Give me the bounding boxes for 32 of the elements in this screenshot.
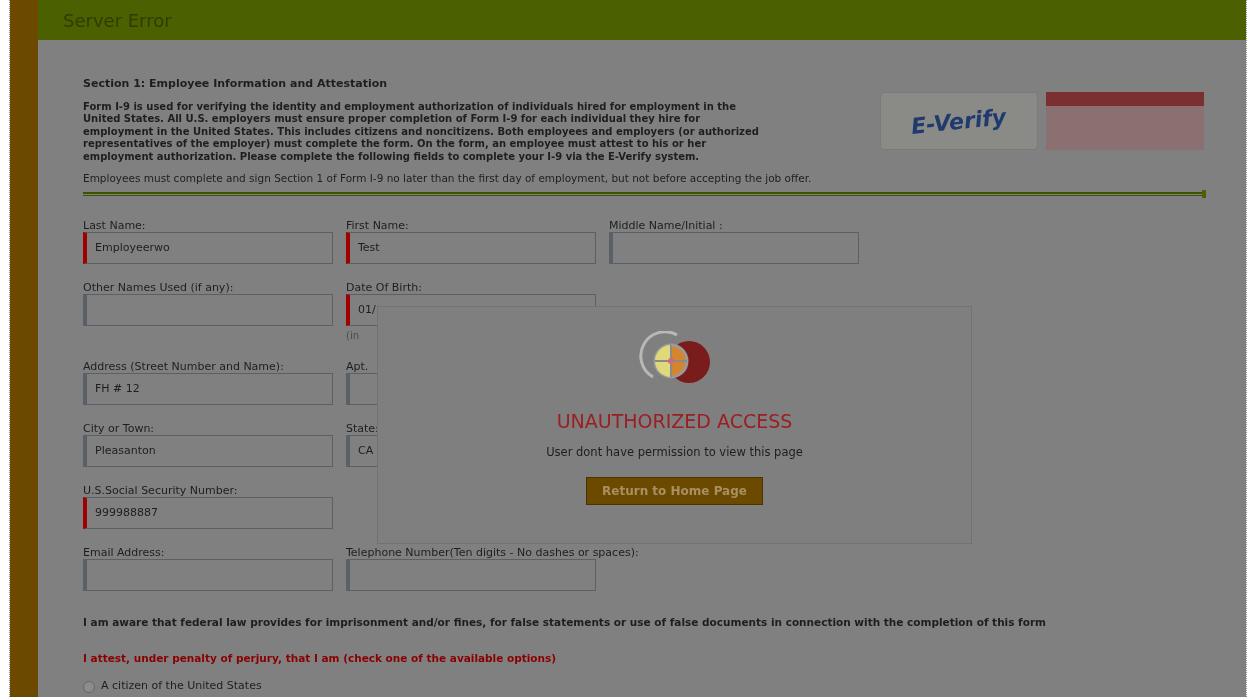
option-label: A citizen of the United States xyxy=(101,678,262,695)
input-field[interactable] xyxy=(83,558,333,591)
input-field[interactable]: Employeerwo xyxy=(83,231,333,264)
field-label: Telephone Number(Ten digits - No dashes or spaces): xyxy=(346,544,639,560)
input-field[interactable]: 999988887 xyxy=(83,496,333,529)
intro-paragraph: Form I-9 is used for verifying the identity and employment authorization of individuals hired for employment in the United States. All U.S. employers must ensure proper completion of Form I-9 for each individual they hire for employment in the United States. This includes citizens and noncitizens. Both employees and employers (or authorized representatives of the employer) must complete the form. On the form, an employee must attest to his or her employment authorization. Please complete the following fields to complete your I-9 via the E-Verify system. xyxy=(83,100,760,163)
input-field[interactable]: Test xyxy=(346,231,596,264)
radio-button[interactable] xyxy=(83,680,95,693)
input-field[interactable] xyxy=(83,293,333,326)
dialog-title: UNAUTHORIZED ACCESS xyxy=(556,409,793,434)
notice-text: I am aware that federal law provides for imprisonment and/or fines, for false statements or use of false documents in connection with the completion of this form xyxy=(83,614,1046,630)
field-label: Other Names Used (if any): xyxy=(83,279,234,295)
input-field[interactable] xyxy=(346,558,596,591)
field-label: U.S.Social Security Number: xyxy=(83,482,238,498)
input-field[interactable] xyxy=(609,231,859,264)
input-field[interactable]: Pleasanton xyxy=(83,434,333,467)
section-title: Section 1: Employee Information and Attestation xyxy=(83,76,389,92)
field-label: Last Name: xyxy=(83,217,146,233)
input-field[interactable]: FH # 12 xyxy=(83,372,333,405)
field-label: City or Town: xyxy=(83,420,155,436)
logo-text: E-Verify xyxy=(909,102,1009,141)
field-label: Middle Name/Initial : xyxy=(609,217,723,233)
attest-text: I attest, under penalty of perjury, that I am (check one of the available options) xyxy=(83,650,557,666)
return-home-button[interactable]: Return to Home Page xyxy=(586,476,763,505)
field-label: State: xyxy=(346,420,379,436)
field-label: First Name: xyxy=(346,217,409,233)
field-label: Date Of Birth: xyxy=(346,279,422,295)
field-label: Apt. xyxy=(346,358,369,374)
field-label: Email Address: xyxy=(83,544,165,560)
note-text: Employees must complete and sign Section 1 of Form I-9 no later than the first day of employment, but not before accepting the job offer. xyxy=(83,171,812,186)
dialog-message: User dont have permission to view this page xyxy=(546,443,803,461)
field-label: Address (Street Number and Name): xyxy=(83,358,284,374)
